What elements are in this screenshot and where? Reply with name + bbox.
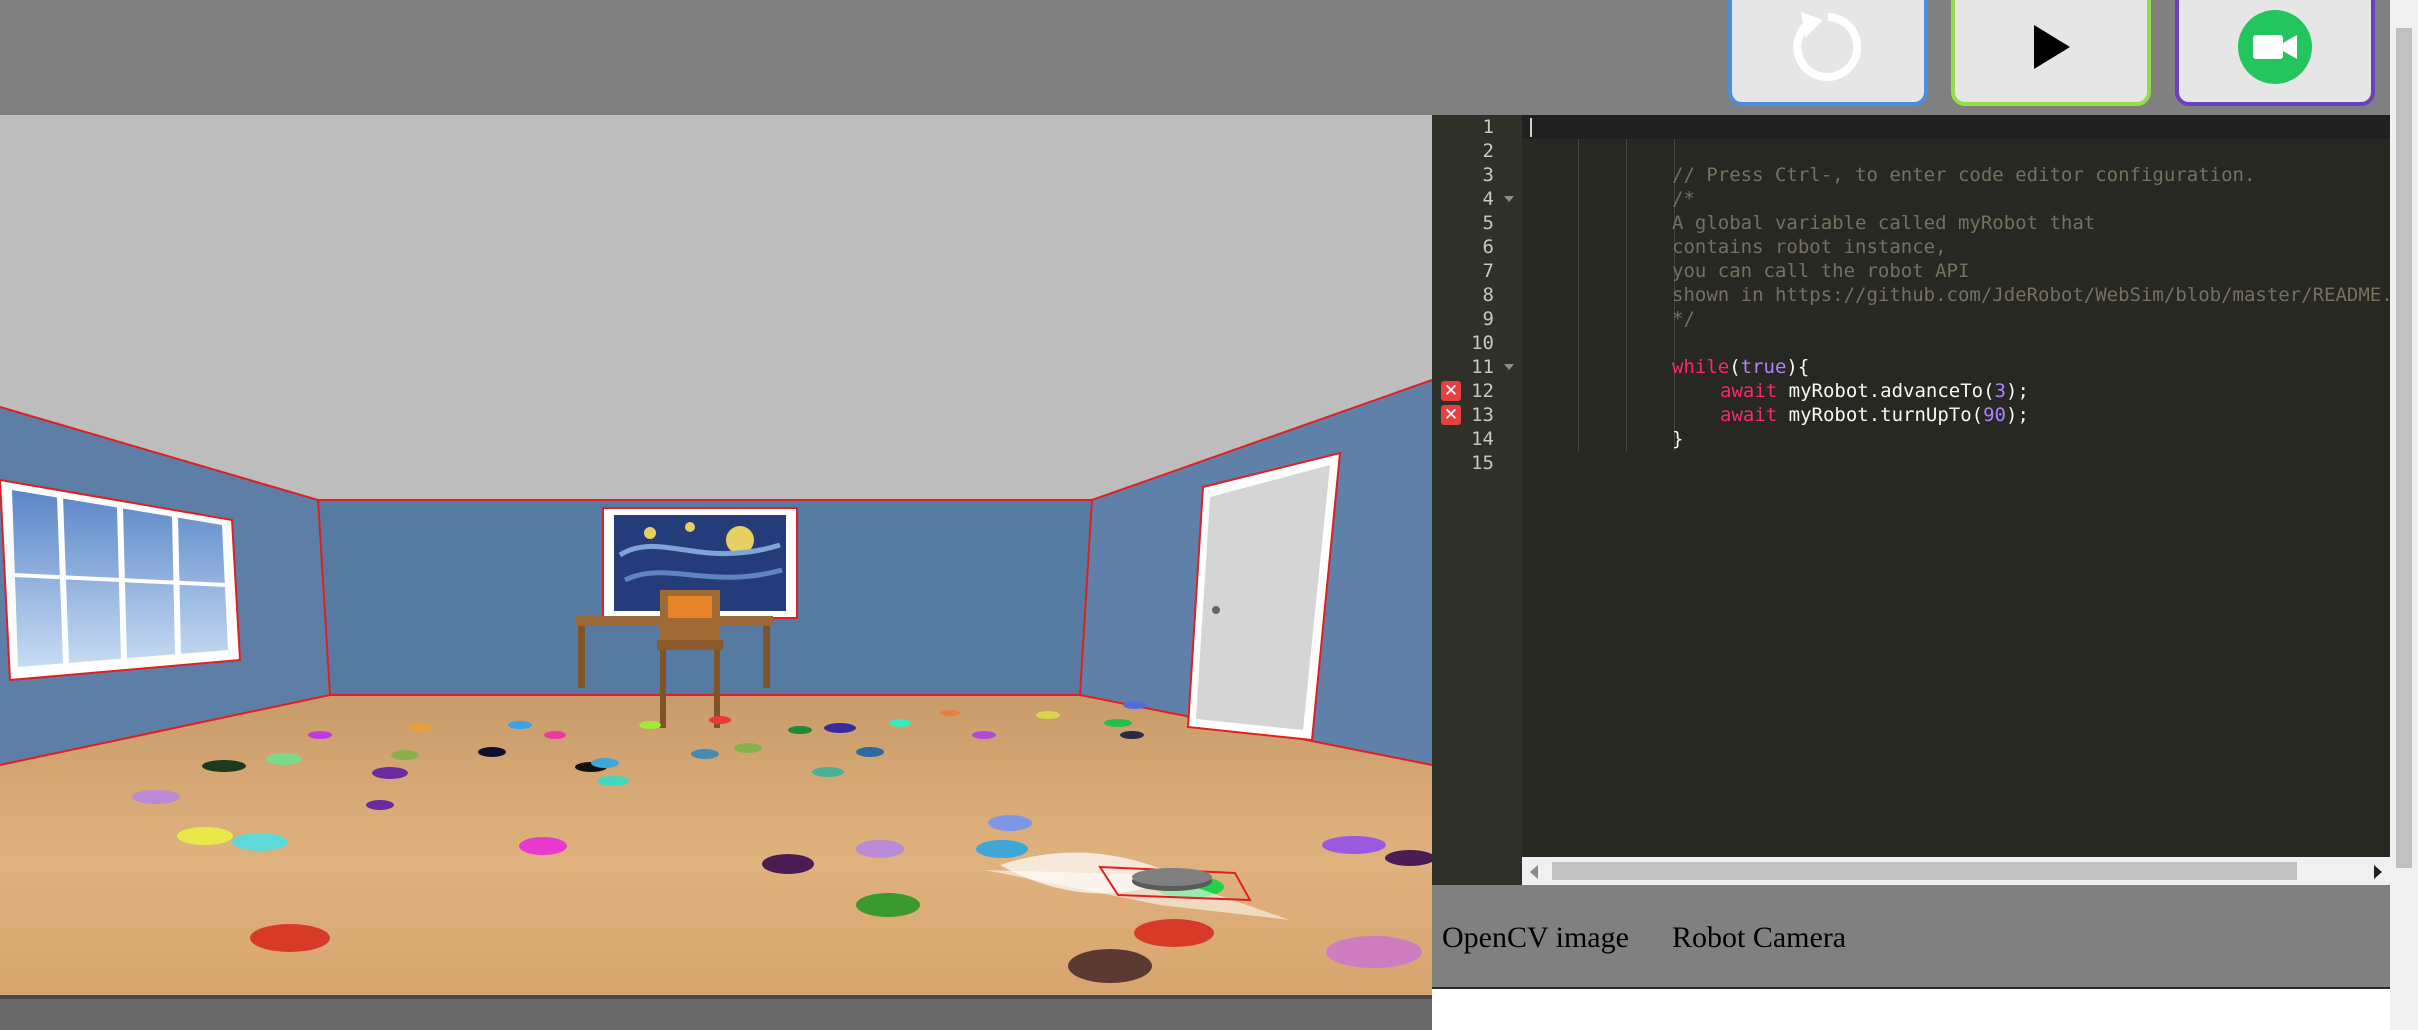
line-number-gutter: 1 2 3 4 5 6 7 8 9 10 11 12 13 14 15 ✕ ✕	[1432, 115, 1522, 885]
text-cursor	[1530, 118, 1532, 137]
line-number: 5	[1482, 212, 1494, 234]
line-number: 15	[1471, 452, 1494, 474]
line-number: 10	[1471, 332, 1494, 354]
line-number: 11	[1471, 356, 1494, 378]
scrollbar-thumb[interactable]	[1552, 862, 2297, 880]
view-links-bar: OpenCV image Robot Camera	[1432, 885, 2390, 989]
page-vertical-scrollbar[interactable]	[2390, 0, 2418, 1030]
code-editor[interactable]: 1 2 3 4 5 6 7 8 9 10 11 12 13 14 15 ✕ ✕ …	[1432, 115, 2390, 885]
line-number: 14	[1471, 428, 1494, 450]
error-icon: ✕	[1441, 405, 1461, 425]
code-line-7: you can call the robot API	[1672, 260, 1970, 282]
video-camera-icon	[2238, 10, 2312, 84]
line-number: 1	[1482, 116, 1494, 138]
error-icon: ✕	[1441, 381, 1461, 401]
record-button[interactable]	[2175, 0, 2375, 106]
code-line-8: shown in https://github.com/JdeRobot/Web…	[1672, 284, 2390, 306]
code-line-12: await myRobot.advanceTo(3);	[1720, 380, 2029, 402]
active-line-highlight	[1522, 115, 2390, 139]
code-line-5: A global variable called myRobot that	[1672, 212, 2096, 234]
opencv-image-link[interactable]: OpenCV image	[1442, 921, 1629, 955]
image-output-area	[1432, 989, 2390, 1030]
ceiling	[0, 115, 1432, 505]
code-line-4: /*	[1672, 188, 1695, 210]
play-button[interactable]	[1951, 0, 2151, 106]
line-number: 7	[1482, 260, 1494, 282]
reset-button[interactable]	[1728, 0, 1928, 106]
line-number: 4	[1482, 188, 1494, 210]
fold-arrow-icon[interactable]	[1504, 364, 1514, 370]
line-number: 8	[1482, 284, 1494, 306]
code-line-6: contains robot instance,	[1672, 236, 1947, 258]
line-number: 3	[1482, 164, 1494, 186]
code-line-13: await myRobot.turnUpTo(90);	[1720, 404, 2029, 426]
floor-edge	[0, 995, 1432, 1030]
floor	[0, 695, 1432, 1030]
scroll-left-icon[interactable]	[1530, 865, 1538, 879]
line-number: 6	[1482, 236, 1494, 258]
scrollbar-thumb[interactable]	[2396, 28, 2412, 868]
code-line-9: */	[1672, 308, 1695, 330]
scroll-right-icon[interactable]	[2374, 865, 2382, 879]
code-line-11: while(true){	[1672, 356, 1810, 378]
door	[1186, 451, 1342, 742]
line-number: 2	[1482, 140, 1494, 162]
top-toolbar	[0, 0, 2418, 115]
horizontal-scrollbar[interactable]	[1522, 857, 2390, 885]
robot-simulation-scene[interactable]	[0, 115, 1432, 1030]
fold-arrow-icon[interactable]	[1504, 196, 1514, 202]
play-icon	[2034, 25, 2070, 69]
line-number: 9	[1482, 308, 1494, 330]
robot-camera-link[interactable]: Robot Camera	[1672, 921, 1846, 955]
code-line-3: // Press Ctrl-, to enter code editor con…	[1672, 164, 2256, 186]
code-line-14: }	[1672, 428, 1684, 450]
reset-icon	[1793, 12, 1862, 81]
